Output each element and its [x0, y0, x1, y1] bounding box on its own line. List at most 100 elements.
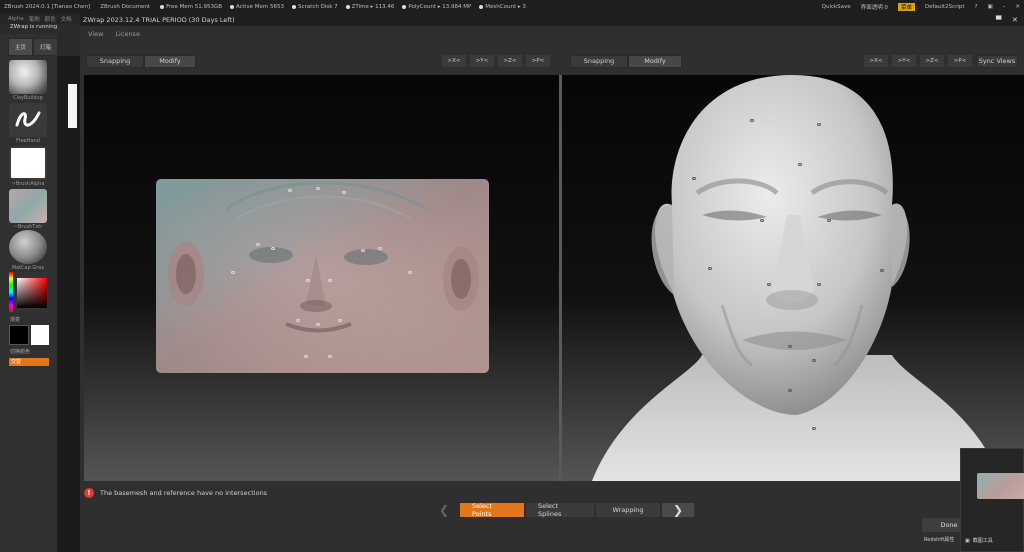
step-select-points[interactable]: Select Points [460, 502, 524, 518]
basemesh-viewport[interactable] [84, 75, 559, 481]
marker-point[interactable] [817, 283, 821, 286]
left-axis-z[interactable]: >Z< [498, 55, 522, 67]
tab-home[interactable]: 主页 [8, 38, 33, 56]
marker-point[interactable] [788, 389, 792, 392]
right-axis-x[interactable]: >X< [864, 55, 888, 67]
marker-point[interactable] [361, 249, 365, 252]
status-item: PolyCount ▸ 13.984 MP [402, 4, 471, 10]
marker-point[interactable] [304, 355, 308, 358]
texture-svg [156, 179, 489, 373]
close-icon[interactable]: ✕ [1012, 14, 1018, 26]
close-icon[interactable]: ✕ [1015, 4, 1020, 10]
brush-alpha[interactable]: ~BrushAlpha [9, 146, 47, 187]
switch-color-label[interactable]: 切换颜色 [10, 348, 30, 355]
previous-step-button[interactable]: ❮ [428, 503, 460, 517]
marker-point[interactable] [288, 189, 292, 192]
tool-label: ~BrushAlpha [11, 181, 45, 187]
menu-alpha[interactable]: Alpha [8, 16, 24, 22]
stroke-freehand[interactable]: FreeHand [9, 103, 47, 144]
menu-license[interactable]: License [115, 30, 140, 38]
help-icon[interactable]: ? [975, 4, 978, 10]
marker-point[interactable] [692, 177, 696, 180]
left-snapping-button[interactable]: Snapping [86, 54, 144, 68]
step-navigation: ❮ Select Points Select Splines Wrapping … [428, 502, 694, 518]
dot-icon [160, 4, 165, 9]
marker-point[interactable] [708, 267, 712, 270]
marker-point[interactable] [798, 163, 802, 166]
status-item: MeshCount ▸ 3 [479, 4, 526, 10]
shelf-slider[interactable] [68, 84, 77, 128]
maximize-icon[interactable]: ▀ [996, 14, 1001, 26]
brush-texture[interactable]: ~BrushTxtr [9, 189, 47, 230]
next-step-button[interactable]: ❯ [662, 502, 694, 517]
marker-point[interactable] [817, 123, 821, 126]
hue-strip[interactable] [9, 272, 13, 312]
marker-point[interactable] [342, 191, 346, 194]
marker-point[interactable] [338, 319, 342, 322]
brush-claybuildup[interactable]: ClayBuildup [9, 60, 47, 101]
marker-point[interactable] [760, 219, 764, 222]
right-axis-z[interactable]: >Z< [920, 55, 944, 67]
left-axis-x[interactable]: >X< [442, 55, 466, 67]
left-axis-p[interactable]: >P< [526, 55, 550, 67]
layout-icon[interactable]: ▣ [987, 4, 992, 10]
menu-brush[interactable]: 笔刷 [29, 15, 40, 23]
zbrush-status: Free Mem 51.953GB Active Mem 5653 Scratc… [160, 4, 526, 10]
marker-point[interactable] [271, 247, 275, 250]
warning-text: The basemesh and reference have no inter… [100, 489, 268, 497]
marker-point[interactable] [827, 219, 831, 222]
marker-point[interactable] [296, 319, 300, 322]
marker-point[interactable] [306, 279, 310, 282]
script-selector[interactable]: Default2Script [925, 4, 965, 10]
menu-color[interactable]: 颜色 [45, 15, 56, 23]
right-axis-y[interactable]: >Y< [892, 55, 916, 67]
marker-point[interactable] [408, 271, 412, 274]
marker-point[interactable] [328, 279, 332, 282]
menu-view[interactable]: View [88, 30, 103, 38]
step-select-splines[interactable]: Select Splines [526, 502, 594, 518]
sync-views-button[interactable]: Sync Views [976, 54, 1018, 68]
tool-label: MatCap Gray [11, 265, 45, 271]
marker-point[interactable] [316, 187, 320, 190]
tab-lightbox[interactable]: 灯箱 [33, 38, 58, 56]
right-snapping-button[interactable]: Snapping [570, 54, 628, 68]
zbrush-app-title: ZBrush 2024.0.1 [Tianao Chen] [4, 4, 91, 10]
marker-point[interactable] [767, 283, 771, 286]
secondary-color-swatch[interactable] [31, 325, 49, 345]
marker-point[interactable] [378, 247, 382, 250]
marker-point[interactable] [812, 427, 816, 430]
right-toolbar: Snapping Modify [570, 54, 682, 68]
marker-point[interactable] [788, 345, 792, 348]
status-item: Active Mem 5653 [230, 4, 284, 10]
marker-point[interactable] [316, 323, 320, 326]
screenshot-tool[interactable]: ▣ 截图工具 [965, 537, 993, 545]
right-axis-p[interactable]: >P< [948, 55, 972, 67]
right-modify-button[interactable]: Modify [628, 54, 682, 68]
marker-point[interactable] [812, 359, 816, 362]
menu-document[interactable]: 文档 [61, 15, 72, 23]
marker-point[interactable] [328, 355, 332, 358]
left-axis-y[interactable]: >Y< [470, 55, 494, 67]
status-item: ZTime ▸ 113.46 [345, 4, 394, 10]
ui-transparency[interactable]: 界面透明 0 [861, 3, 888, 11]
saturation-box[interactable] [17, 278, 47, 308]
marker-point[interactable] [231, 271, 235, 274]
minimize-icon[interactable]: – [1003, 4, 1006, 10]
marker-point[interactable] [880, 269, 884, 272]
reference-viewport[interactable] [562, 75, 1024, 481]
step-wrapping[interactable]: Wrapping [596, 502, 660, 517]
menu-button[interactable]: 菜单 [897, 3, 915, 11]
alpha-icon [9, 146, 47, 180]
alternate-button[interactable]: 交替 [9, 358, 49, 366]
head-model-svg [592, 75, 1002, 481]
thumbnail-image[interactable] [977, 473, 1024, 499]
material-matcap[interactable]: MatCap Gray [9, 230, 47, 271]
marker-point[interactable] [750, 119, 754, 122]
gradient-label: 渐变 [10, 317, 21, 323]
quicksave-button[interactable]: QuickSave [822, 4, 851, 10]
main-color-swatch[interactable] [9, 325, 29, 345]
left-modify-button[interactable]: Modify [144, 54, 196, 68]
marker-point[interactable] [256, 243, 260, 246]
zbrush-document: ZBrush Document [100, 4, 151, 10]
color-picker[interactable] [9, 272, 49, 312]
